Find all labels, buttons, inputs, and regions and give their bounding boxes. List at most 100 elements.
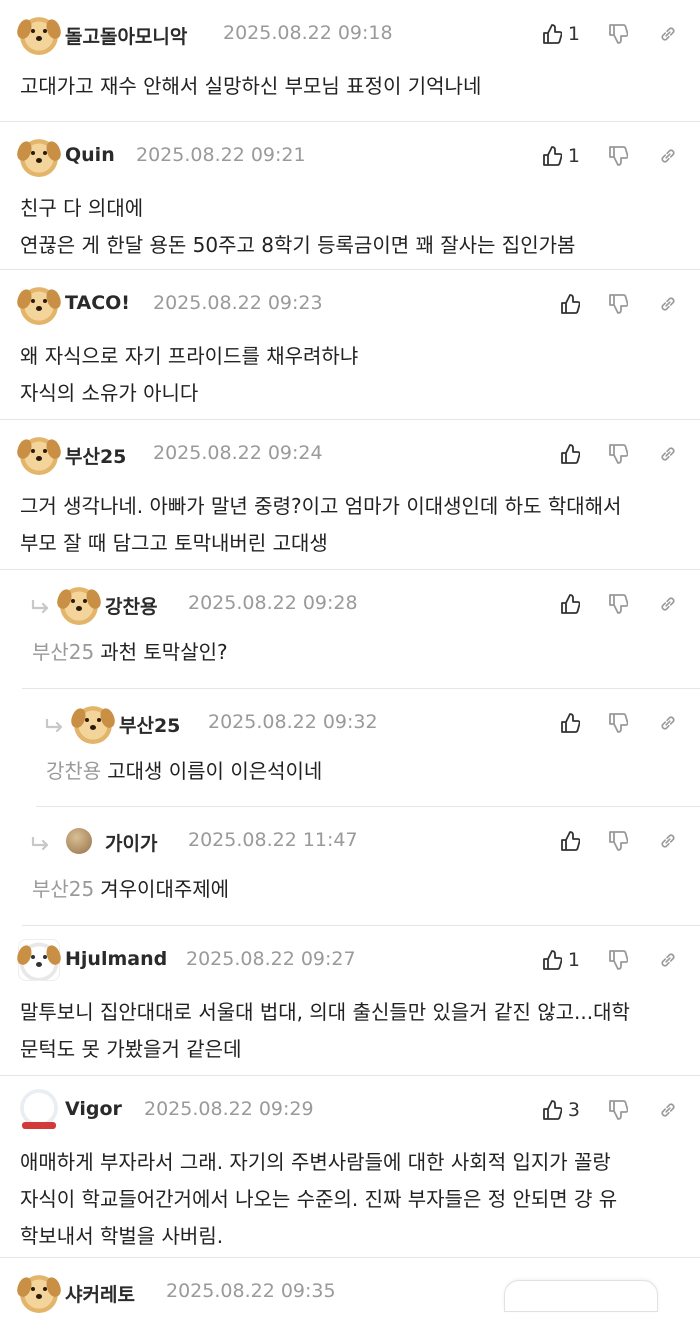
like-button[interactable]: [560, 593, 580, 615]
comment-text-line: 겨우이대주제에: [100, 877, 230, 901]
comment-nickname[interactable]: 가이가: [105, 829, 157, 856]
like-button[interactable]: [560, 830, 580, 852]
link-icon[interactable]: [658, 1099, 678, 1121]
like-button[interactable]: [560, 443, 580, 465]
dog-avatar[interactable]: [18, 13, 60, 55]
dog-avatar[interactable]: [18, 433, 60, 475]
like-button[interactable]: 1: [542, 145, 580, 167]
comment-date: 2025.08.22 09:18: [223, 22, 393, 44]
comment-date: 2025.08.22 11:47: [188, 829, 358, 851]
reply-item: 가이가 2025.08.22 11:47 부산25 겨우이대주제에: [22, 807, 700, 926]
comment-date: 2025.08.22 09:23: [153, 292, 323, 314]
comment-date: 2025.08.22 09:21: [136, 144, 306, 166]
comment-item: 부산25 2025.08.22 09:24 그거 생각나네. 아빠가 말년 중령…: [0, 420, 700, 570]
comment-text-line: 고대생 이름이 이은석이네: [107, 759, 323, 783]
thumbs-up-icon: [561, 831, 580, 851]
thumbs-up-icon: [543, 146, 562, 166]
dog-avatar[interactable]: [18, 1271, 60, 1313]
comment-date: 2025.08.22 09:24: [153, 442, 323, 464]
like-count: 1: [567, 145, 580, 167]
ball-avatar[interactable]: [66, 828, 92, 854]
dog-avatar[interactable]: [18, 283, 60, 325]
thumbs-down-icon[interactable]: [608, 1099, 628, 1121]
comment-item: 돌고돌아모니악 2025.08.22 09:18 1 고대가고 재수 안해서 실…: [0, 0, 700, 122]
link-icon[interactable]: [658, 593, 678, 615]
thumbs-down-icon[interactable]: [608, 949, 628, 971]
thumbs-up-icon: [543, 24, 562, 44]
thumbs-up-icon: [543, 1100, 562, 1120]
comment-list: 돌고돌아모니악 2025.08.22 09:18 1 고대가고 재수 안해서 실…: [0, 0, 700, 1338]
link-icon[interactable]: [658, 949, 678, 971]
thumbs-up-icon: [561, 713, 580, 733]
comment-text-line: 애매하게 부자라서 그래. 자기의 주변사람들에 대한 사회적 입지가 꼴랑: [20, 1150, 611, 1174]
thumbs-up-icon: [561, 594, 580, 614]
thumbs-down-icon[interactable]: [608, 443, 628, 465]
comment-text-line: 부모 잘 때 담그고 토막내버린 고대생: [20, 531, 328, 555]
like-button[interactable]: 1: [542, 23, 580, 45]
reply-to-mention[interactable]: 부산25: [32, 640, 94, 664]
comment-item: Hjulmand 2025.08.22 09:27 1 말투보니 집안대대로 서…: [0, 926, 700, 1076]
like-button[interactable]: 3: [542, 1099, 580, 1121]
thumbs-down-icon[interactable]: [608, 23, 628, 45]
comment-item: TACO! 2025.08.22 09:23 왜 자식으로 자기 프라이드를 채…: [0, 270, 700, 420]
link-icon[interactable]: [658, 23, 678, 45]
reply-arrow-icon: [31, 600, 49, 614]
comment-text-line: 말투보니 집안대대로 서울대 법대, 의대 출신들만 있을거 같진 않고...대…: [20, 1000, 630, 1024]
comment-text-line: 연끊은 게 한달 용돈 50주고 8학기 등록금이면 꽤 잘사는 집인가봄: [20, 233, 576, 257]
dog-avatar[interactable]: [72, 702, 114, 744]
reply-item: 부산25 2025.08.22 09:32 강찬용 고대생 이름이 이은석이네: [36, 689, 700, 807]
polar-bear-avatar[interactable]: [18, 1089, 60, 1131]
comment-item: Quin 2025.08.22 09:21 1 친구 다 의대에 연끊은 게 한…: [0, 122, 700, 270]
comment-text-line: 과천 토막살인?: [100, 640, 228, 664]
comment-text-line: 문턱도 못 가봤을거 같은데: [20, 1037, 242, 1061]
reply-arrow-icon: [31, 837, 49, 851]
reply-to-mention[interactable]: 강찬용: [46, 759, 101, 783]
comment-date: 2025.08.22 09:35: [166, 1280, 336, 1302]
like-button[interactable]: [560, 712, 580, 734]
comment-text-line: 학보내서 학벌을 사버림.: [20, 1224, 224, 1248]
comment-nickname[interactable]: Quin: [65, 144, 115, 166]
comment-date: 2025.08.22 09:28: [188, 592, 358, 614]
like-count: 1: [567, 949, 580, 971]
reply-arrow-icon: [45, 719, 63, 733]
comment-text-line: 왜 자식으로 자기 프라이드를 채우려하냐: [20, 344, 359, 368]
comment-text-line: 친구 다 의대에: [20, 196, 144, 220]
comment-nickname[interactable]: 부산25: [65, 442, 126, 469]
comment-nickname[interactable]: 샤커레토: [65, 1280, 135, 1307]
reply-item: 강찬용 2025.08.22 09:28 부산25 과천 토막살인?: [22, 570, 700, 689]
thumbs-down-icon[interactable]: [608, 712, 628, 734]
link-icon[interactable]: [658, 443, 678, 465]
link-icon[interactable]: [658, 145, 678, 167]
link-icon[interactable]: [658, 293, 678, 315]
floating-scroll-button[interactable]: [504, 1280, 658, 1312]
thumbs-down-icon[interactable]: [608, 293, 628, 315]
reply-to-mention[interactable]: 부산25: [32, 877, 94, 901]
thumbs-up-icon: [543, 950, 562, 970]
comment-nickname[interactable]: 강찬용: [105, 592, 157, 619]
comment-text-line: 자식의 소유가 아니다: [20, 381, 199, 405]
thumbs-up-icon: [561, 294, 580, 314]
comment-nickname[interactable]: Hjulmand: [65, 948, 167, 970]
thumbs-up-icon: [561, 444, 580, 464]
thumbs-down-icon[interactable]: [608, 830, 628, 852]
thumbs-down-icon[interactable]: [608, 593, 628, 615]
dog-avatar[interactable]: [18, 135, 60, 177]
comment-date: 2025.08.22 09:27: [186, 948, 356, 970]
comment-nickname[interactable]: Vigor: [65, 1098, 122, 1120]
comment-nickname[interactable]: 돌고돌아모니악: [65, 22, 187, 49]
comment-date: 2025.08.22 09:29: [144, 1098, 314, 1120]
like-button[interactable]: 1: [542, 949, 580, 971]
comment-text-line: 그거 생각나네. 아빠가 말년 중령?이고 엄마가 이대생인데 하도 학대해서: [20, 494, 622, 518]
link-icon[interactable]: [658, 712, 678, 734]
link-icon[interactable]: [658, 830, 678, 852]
white-dog-avatar[interactable]: [18, 939, 60, 981]
dog-avatar[interactable]: [58, 583, 100, 625]
comment-date: 2025.08.22 09:32: [208, 711, 378, 733]
thumbs-down-icon[interactable]: [608, 145, 628, 167]
like-count: 1: [567, 23, 580, 45]
comment-nickname[interactable]: TACO!: [65, 292, 130, 314]
like-count: 3: [567, 1099, 580, 1121]
like-button[interactable]: [560, 293, 580, 315]
comment-text-line: 자식이 학교들어간거에서 나오는 수준의. 진짜 부자들은 정 안되면 걍 유: [20, 1187, 618, 1211]
comment-nickname[interactable]: 부산25: [119, 711, 180, 738]
